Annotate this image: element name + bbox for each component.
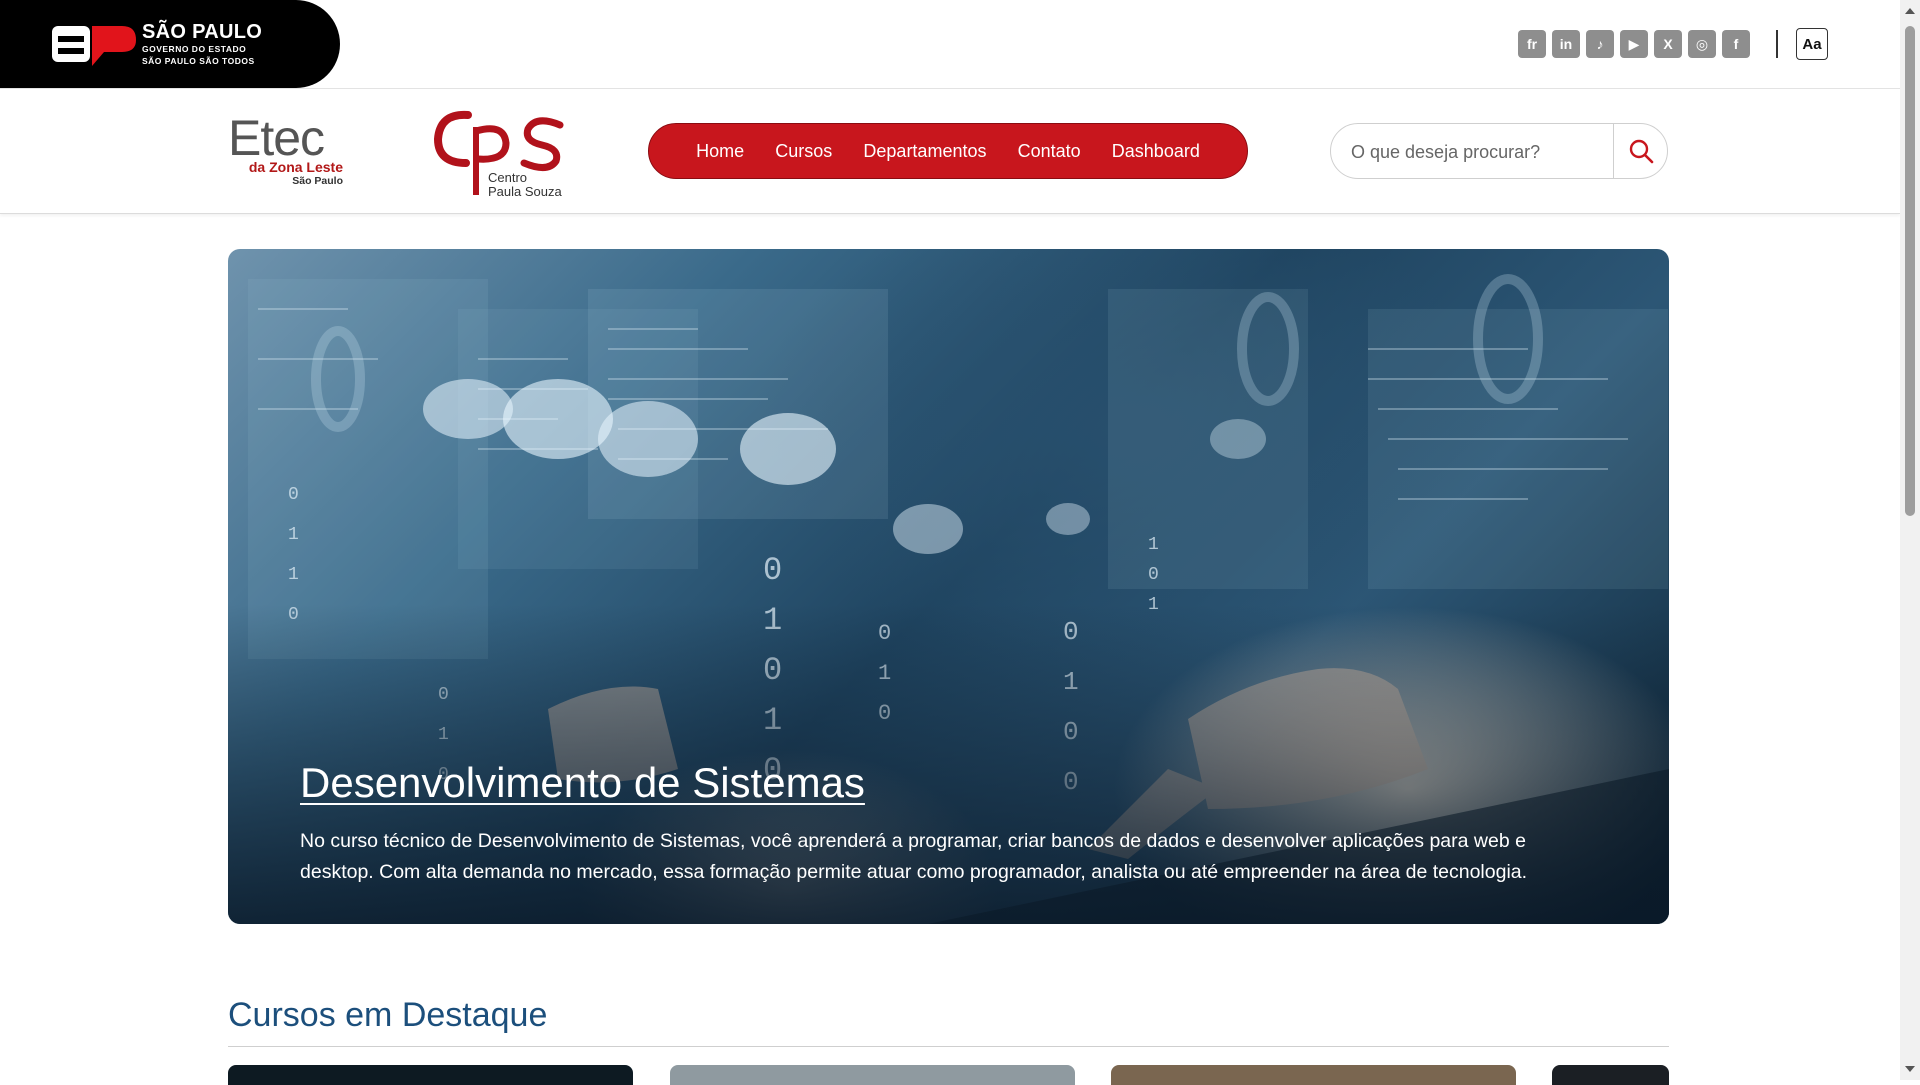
youtube-icon[interactable]: ▶ xyxy=(1620,30,1648,58)
social-links: fr in ♪ ▶ X ◎ f xyxy=(1518,30,1750,58)
svg-text:0: 0 xyxy=(1148,565,1159,585)
section-divider xyxy=(228,1046,1669,1047)
etec-logo-city: São Paulo xyxy=(292,175,343,187)
tiktok-icon[interactable]: ♪ xyxy=(1586,30,1614,58)
featured-courses-heading: Cursos em Destaque xyxy=(228,996,548,1034)
scroll-up-icon[interactable] xyxy=(1905,8,1915,14)
search-icon xyxy=(1629,139,1654,164)
hero-banner[interactable]: 0 1 0 1 0 0 1 0 0 1 0 0 1 0 1 0 1 1 0 0 … xyxy=(228,249,1669,924)
font-size-toggle-button[interactable]: Aa xyxy=(1796,28,1828,60)
gov-subtitle: GOVERNO DO ESTADO xyxy=(142,44,247,54)
svg-text:1: 1 xyxy=(288,565,299,585)
nav-contato[interactable]: Contato xyxy=(1018,141,1081,162)
site-header: Etec da Zona Leste São Paulo Centro Paul… xyxy=(0,89,1900,214)
nav-dashboard[interactable]: Dashboard xyxy=(1112,141,1200,162)
x-icon[interactable]: X xyxy=(1654,30,1682,58)
page-scrollbar[interactable] xyxy=(1900,0,1920,1080)
hero-title-link[interactable]: Desenvolvimento de Sistemas xyxy=(300,759,865,807)
cps-logo-line2: Paula Souza xyxy=(488,183,562,199)
svg-text:0: 0 xyxy=(288,485,299,505)
sao-paulo-government-logo[interactable]: SÃO PAULO GOVERNO DO ESTADO SÃO PAULO SÃ… xyxy=(0,0,340,88)
government-bar: SÃO PAULO GOVERNO DO ESTADO SÃO PAULO SÃ… xyxy=(0,0,1900,89)
course-card[interactable] xyxy=(228,1065,633,1085)
svg-text:1: 1 xyxy=(288,525,299,545)
nav-departamentos[interactable]: Departamentos xyxy=(863,141,986,162)
gov-title: SÃO PAULO xyxy=(142,21,263,43)
search-box xyxy=(1330,123,1668,179)
facebook-icon[interactable]: f xyxy=(1722,30,1750,58)
search-button[interactable] xyxy=(1614,124,1668,178)
svg-text:1: 1 xyxy=(1148,535,1159,555)
centro-paula-souza-logo[interactable]: Centro Paula Souza xyxy=(432,105,568,199)
course-card[interactable] xyxy=(670,1065,1075,1085)
sp-mark-icon xyxy=(52,26,136,66)
gov-slogan: SÃO PAULO SÃO TODOS xyxy=(142,55,255,66)
main-navigation: Home Cursos Departamentos Contato Dashbo… xyxy=(648,123,1248,179)
nav-cursos[interactable]: Cursos xyxy=(775,141,832,162)
scroll-down-icon[interactable] xyxy=(1905,1066,1915,1072)
cps-logo-line1: Centro xyxy=(488,170,528,185)
divider xyxy=(1776,30,1778,58)
svg-text:0: 0 xyxy=(763,552,782,589)
hero-description: No curso técnico de Desenvolvimento de S… xyxy=(300,830,1528,883)
instagram-icon[interactable]: ◎ xyxy=(1688,30,1716,58)
linkedin-icon[interactable]: in xyxy=(1552,30,1580,58)
course-card[interactable] xyxy=(1552,1065,1669,1085)
flickr-icon[interactable]: fr xyxy=(1518,30,1546,58)
scrollbar-thumb[interactable] xyxy=(1905,26,1915,516)
etec-logo-title: Etec xyxy=(228,110,325,166)
etec-logo[interactable]: Etec da Zona Leste São Paulo xyxy=(228,113,343,187)
search-input[interactable] xyxy=(1349,134,1603,170)
nav-home[interactable]: Home xyxy=(696,141,744,162)
course-card[interactable] xyxy=(1111,1065,1516,1085)
